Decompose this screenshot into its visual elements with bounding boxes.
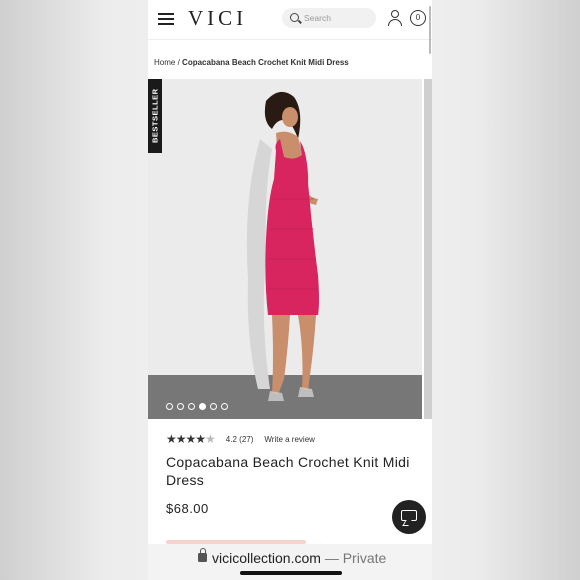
carousel-dot[interactable] [177, 403, 184, 410]
carousel-dot[interactable] [221, 403, 228, 410]
chat-icon [401, 510, 417, 521]
next-photo-peek[interactable] [424, 79, 432, 419]
breadcrumb-current: Copacabana Beach Crochet Knit Midi Dress [182, 58, 349, 67]
cart-icon[interactable]: 0 [410, 10, 426, 26]
url-text: vicicollection.com — Private [212, 550, 387, 566]
site-header: VICI 0 [148, 0, 432, 40]
chat-button[interactable] [392, 500, 426, 534]
cart-count: 0 [415, 13, 421, 22]
carousel-dot[interactable] [166, 403, 173, 410]
carousel-dots [166, 403, 228, 410]
search-input[interactable] [304, 8, 372, 28]
search-icon[interactable] [290, 13, 299, 22]
carousel-dot[interactable] [210, 403, 217, 410]
bestseller-badge: BESTSELLER [148, 79, 162, 153]
account-icon[interactable] [388, 10, 402, 26]
carousel-dot[interactable] [188, 403, 195, 410]
product-title: Copacabana Beach Crochet Knit Midi Dress [166, 454, 410, 488]
product-gallery[interactable]: BESTSELLER [148, 79, 432, 419]
search-bar[interactable] [282, 8, 376, 28]
star-rating[interactable]: ★★★★★ [166, 432, 216, 446]
rating-value: 4.2 (27) [225, 434, 254, 444]
carousel-dot-active[interactable] [199, 403, 206, 410]
rating-row: ★★★★★ 4.2 (27) Write a review [166, 432, 315, 446]
product-photo[interactable] [148, 79, 422, 419]
write-review-link[interactable]: Write a review [264, 435, 315, 444]
hamburger-menu-icon[interactable] [158, 13, 174, 25]
model-figure [246, 91, 319, 401]
breadcrumb-separator: / [177, 58, 180, 67]
breadcrumb-home-link[interactable]: Home [154, 58, 175, 67]
home-indicator[interactable] [240, 571, 342, 575]
site-logo[interactable]: VICI [188, 6, 247, 31]
phone-screen: VICI 0 Home / Copacabana Beach Crochet K… [148, 0, 432, 580]
breadcrumb: Home / Copacabana Beach Crochet Knit Mid… [154, 58, 349, 67]
product-price: $68.00 [166, 501, 209, 516]
scrollbar[interactable] [429, 6, 431, 54]
